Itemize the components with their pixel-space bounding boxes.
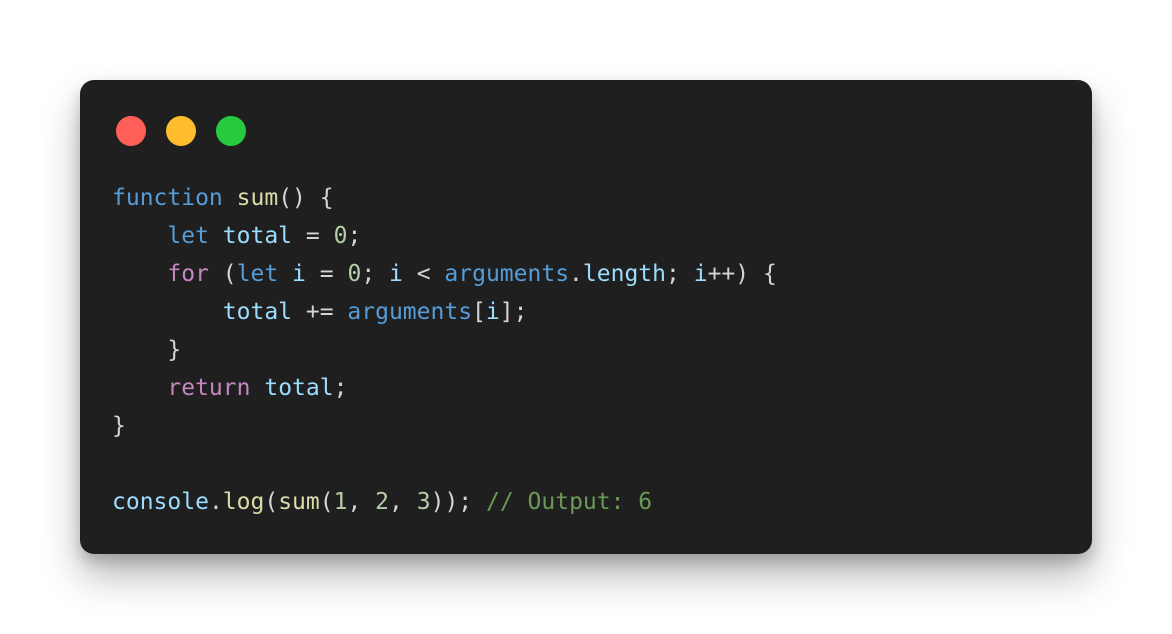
code-token-punct: ; (666, 261, 694, 287)
code-token-punct: . (208, 489, 223, 515)
code-token-punct: ; (347, 223, 362, 249)
code-token-punct: += (292, 299, 348, 325)
code-line: } (112, 407, 777, 445)
code-token-control: return (167, 375, 251, 401)
code-token-punct: } (112, 413, 126, 439)
code-token-variable: i (693, 261, 708, 287)
code-token-number: 0 (347, 261, 362, 287)
code-token-punct: . (569, 261, 583, 287)
code-token-variable: total (222, 223, 293, 249)
code-token-keyword: arguments (347, 299, 473, 325)
code-token-number: 0 (333, 223, 348, 249)
code-token-variable: total (264, 375, 334, 401)
code-token-punct: ( (264, 489, 279, 515)
code-token-number: 1 (333, 489, 348, 515)
code-window: function sum() { let total = 0; for (let… (80, 80, 1092, 554)
code-token-punct: = (292, 223, 334, 249)
code-line: total += arguments[i]; (112, 293, 777, 331)
code-token-variable: console (112, 489, 209, 515)
code-token-variable: i (485, 299, 500, 325)
code-token-keyword: let (236, 261, 279, 287)
code-token-function: log (222, 489, 265, 515)
code-token-punct: = (305, 261, 348, 287)
code-token-punct: ; (333, 375, 348, 401)
close-dot[interactable] (116, 116, 146, 146)
code-token-number: 2 (375, 489, 390, 515)
code-token-variable: i (292, 261, 306, 287)
code-token-punct: ++) { (707, 261, 777, 287)
code-token-control: for (167, 261, 209, 287)
code-line: function sum() { (112, 179, 777, 217)
code-token-punct: , (389, 489, 417, 515)
code-token-variable: total (222, 299, 293, 325)
code-token-punct: ]; (499, 299, 528, 325)
code-token-keyword: arguments (444, 261, 570, 287)
code-token-keyword: function (112, 185, 223, 211)
code-line: console.log(sum(1, 2, 3)); // Output: 6 (112, 483, 777, 521)
code-token-keyword: let (167, 223, 209, 249)
code-token-punct: )); (430, 489, 486, 515)
code-token-function: sum (278, 489, 320, 515)
code-token-comment: // Output: 6 (485, 489, 653, 515)
code-token-punct: , (347, 489, 376, 515)
code-block: function sum() { let total = 0; for (let… (112, 179, 777, 521)
code-token-punct: ; (361, 261, 390, 287)
window-controls (116, 116, 246, 146)
code-line: return total; (112, 369, 777, 407)
code-line: } (112, 331, 777, 369)
code-token-variable: i (389, 261, 403, 287)
code-line: let total = 0; (112, 217, 777, 255)
code-token-function: sum (236, 185, 279, 211)
code-token-punct: } (167, 337, 182, 363)
code-token-punct: < (402, 261, 445, 287)
code-token-punct: ( (208, 261, 237, 287)
code-token-punct: [ (472, 299, 486, 325)
maximize-dot[interactable] (216, 116, 246, 146)
code-token-punct: () { (278, 185, 334, 211)
code-line: for (let i = 0; i < arguments.length; i+… (112, 255, 777, 293)
code-token-number: 3 (416, 489, 431, 515)
minimize-dot[interactable] (166, 116, 196, 146)
code-token-variable: length (582, 261, 666, 287)
code-token-punct: ( (319, 489, 334, 515)
